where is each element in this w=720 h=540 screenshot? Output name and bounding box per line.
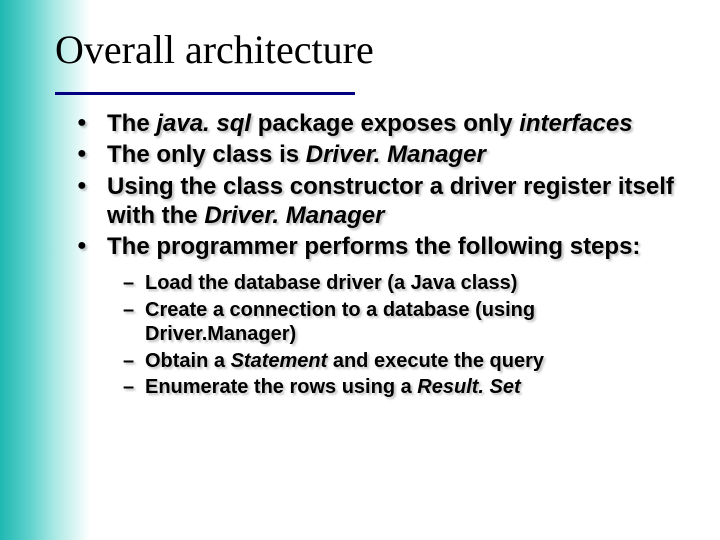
main-bullet-list: The java. sql package exposes only inter…	[55, 109, 680, 261]
bullet-item: The only class is Driver. Manager	[77, 140, 680, 169]
title-underline	[55, 92, 355, 95]
sub-bullet-item: Enumerate the rows using a Result. Set	[123, 375, 680, 399]
slide-content: Overall architecture The java. sql packa…	[0, 0, 720, 399]
text: The programmer performs the following st…	[107, 233, 640, 260]
bullet-item: Using the class constructor a driver reg…	[77, 172, 680, 231]
text-italic: Driver. Manager	[306, 141, 486, 168]
sub-bullet-item: Create a connection to a database (using…	[123, 298, 680, 347]
text: package exposes only	[251, 110, 519, 137]
bullet-item: The programmer performs the following st…	[77, 232, 680, 261]
text-italic: Statement	[231, 350, 328, 372]
text-italic: interfaces	[519, 110, 632, 137]
text: Enumerate the rows using a	[145, 376, 417, 398]
text-italic: java. sql	[156, 110, 251, 137]
text: The	[107, 110, 156, 137]
sub-bullet-list: Load the database driver (a Java class) …	[55, 271, 680, 399]
text-italic: Driver. Manager	[204, 202, 384, 229]
text: Using the class constructor a driver reg…	[107, 173, 674, 229]
text: The only class is	[107, 141, 306, 168]
text-italic: Result. Set	[417, 376, 520, 398]
slide-title: Overall architecture	[55, 28, 680, 72]
bullet-item: The java. sql package exposes only inter…	[77, 109, 680, 138]
sub-bullet-item: Load the database driver (a Java class)	[123, 271, 680, 295]
text: and execute the query	[327, 350, 544, 372]
text: Obtain a	[145, 350, 231, 372]
sub-bullet-item: Obtain a Statement and execute the query	[123, 349, 680, 373]
